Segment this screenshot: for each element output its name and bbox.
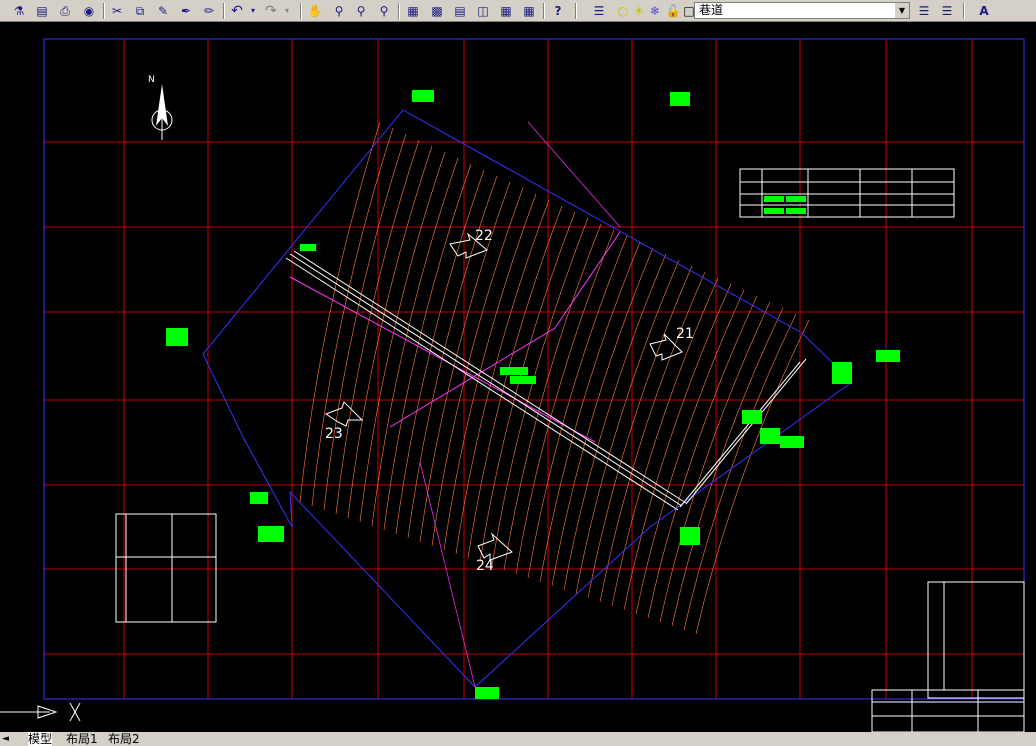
sheet-border <box>43 38 1025 700</box>
green-label-box <box>760 428 780 444</box>
zoom-window-icon[interactable]: ⚲ <box>352 2 370 20</box>
green-label-box <box>876 350 900 362</box>
zone-label-23: 23 <box>325 426 343 442</box>
contour-line <box>587 265 693 599</box>
tab-model[interactable]: 模型 <box>28 732 53 746</box>
contour-line <box>395 169 485 535</box>
green-label-box <box>258 526 284 542</box>
contour-line <box>323 133 407 511</box>
zone-label-group: 22 21 23 24 <box>325 228 694 574</box>
contour-line <box>611 277 719 607</box>
match-properties-icon[interactable]: ✏ <box>200 2 218 20</box>
layer-name: 巷道 <box>699 3 724 17</box>
coordinate-table <box>115 513 217 623</box>
contour-line <box>563 253 667 591</box>
dip-arrow <box>324 401 364 427</box>
green-label-box <box>510 376 536 384</box>
calculator-icon[interactable]: ▦ <box>520 2 538 20</box>
text-style-icon[interactable]: A <box>975 2 993 20</box>
zone-divider-line <box>289 276 596 443</box>
chevron-down-icon[interactable]: ▼ <box>895 3 909 18</box>
zone-label-24: 24 <box>476 558 494 574</box>
green-label-box <box>475 687 499 699</box>
cut-icon[interactable]: ✂ <box>108 2 126 20</box>
layer-previous-icon[interactable]: ☰ <box>915 2 933 20</box>
copy-icon[interactable]: ⧉ <box>131 2 149 20</box>
zone-label-21: 21 <box>676 326 694 342</box>
green-label-box <box>680 527 700 545</box>
contour-line <box>311 127 394 507</box>
contour-line <box>551 247 654 587</box>
contour-line <box>491 217 589 567</box>
zone-divider-line <box>419 461 476 688</box>
properties-icon[interactable]: ▦ <box>404 2 422 20</box>
green-label-box <box>742 410 762 424</box>
mine-boundary <box>202 109 853 688</box>
contour-line <box>575 259 680 595</box>
ucs-icon <box>0 702 81 722</box>
layer-state-icon[interactable]: ☰ <box>938 2 956 20</box>
redo-icon[interactable]: ↷ <box>262 2 280 20</box>
markup-icon[interactable]: ▦ <box>497 2 515 20</box>
north-label: N <box>148 75 155 85</box>
main-legend-table <box>739 168 955 218</box>
grid <box>43 38 1024 699</box>
title-block-table <box>871 581 1025 732</box>
contour-line <box>671 307 784 627</box>
layer-manager-icon[interactable]: ☰ <box>590 2 608 20</box>
sheet-set-icon[interactable]: ◫ <box>474 2 492 20</box>
contour-line <box>335 139 420 515</box>
zone-divider-line <box>527 121 621 228</box>
help-icon[interactable]: ? <box>549 2 567 20</box>
green-label-box <box>832 362 852 384</box>
web-icon[interactable]: ◉ <box>80 2 98 20</box>
green-label-box <box>166 328 188 346</box>
green-label-box <box>670 92 690 106</box>
plot-icon[interactable]: ⎙ <box>56 2 74 20</box>
contour-line <box>683 313 797 631</box>
zone-divider-line <box>389 231 621 428</box>
cad-window: ⚗ ▤ ⎙ ◉ ✂ ⧉ ✎ ✒ ✏ ↶ ▾ ↷ ▾ ✋ ⚲ ⚲ ⚲ ▦ ▩ ▤ … <box>0 0 1036 746</box>
contour-line <box>383 163 472 531</box>
zoom-realtime-icon[interactable]: ⚲ <box>330 2 348 20</box>
north-arrow: N <box>148 75 173 140</box>
green-label-box <box>500 367 528 375</box>
pan-icon[interactable]: ✋ <box>306 2 324 20</box>
layer-dropdown[interactable]: 巷道 ▼ <box>694 2 910 19</box>
tool-palettes-icon[interactable]: ▤ <box>451 2 469 20</box>
publish-icon[interactable]: ⚗ <box>10 2 28 20</box>
undo-icon[interactable]: ↶ <box>228 2 246 20</box>
contour-line <box>695 319 810 635</box>
green-label-box <box>780 436 804 448</box>
freeze-icon[interactable]: ❄ <box>646 2 664 20</box>
contour-lines <box>299 121 810 635</box>
plot-preview-icon[interactable]: ▤ <box>33 2 51 20</box>
brush-icon[interactable]: ✒ <box>177 2 195 20</box>
green-label-box <box>250 492 268 504</box>
green-label-box <box>412 90 434 102</box>
contour-line <box>371 157 459 527</box>
contour-line <box>599 271 706 603</box>
tab-layout1[interactable]: 布局1 <box>66 732 98 746</box>
drawing-svg: 22 21 23 24 N <box>0 38 1025 732</box>
arrows <box>324 232 683 561</box>
redo-dropdown-icon[interactable]: ▾ <box>282 2 292 20</box>
tab-scroll-left-icon[interactable]: ◄ <box>2 732 9 746</box>
tab-layout2[interactable]: 布局2 <box>108 732 140 746</box>
green-annotation-labels <box>166 90 900 699</box>
standard-toolbar: ⚗ ▤ ⎙ ◉ ✂ ⧉ ✎ ✒ ✏ ↶ ▾ ↷ ▾ ✋ ⚲ ⚲ ⚲ ▦ ▩ ▤ … <box>0 0 1036 22</box>
undo-dropdown-icon[interactable]: ▾ <box>248 2 258 20</box>
drawing-canvas[interactable]: 22 21 23 24 N <box>0 22 1036 732</box>
zoom-previous-icon[interactable]: ⚲ <box>375 2 393 20</box>
green-label-box <box>300 244 316 251</box>
design-center-icon[interactable]: ▩ <box>428 2 446 20</box>
paste-icon[interactable]: ✎ <box>154 2 172 20</box>
layout-tabs: ◄ 模型 布局1 布局2 <box>0 732 1036 746</box>
